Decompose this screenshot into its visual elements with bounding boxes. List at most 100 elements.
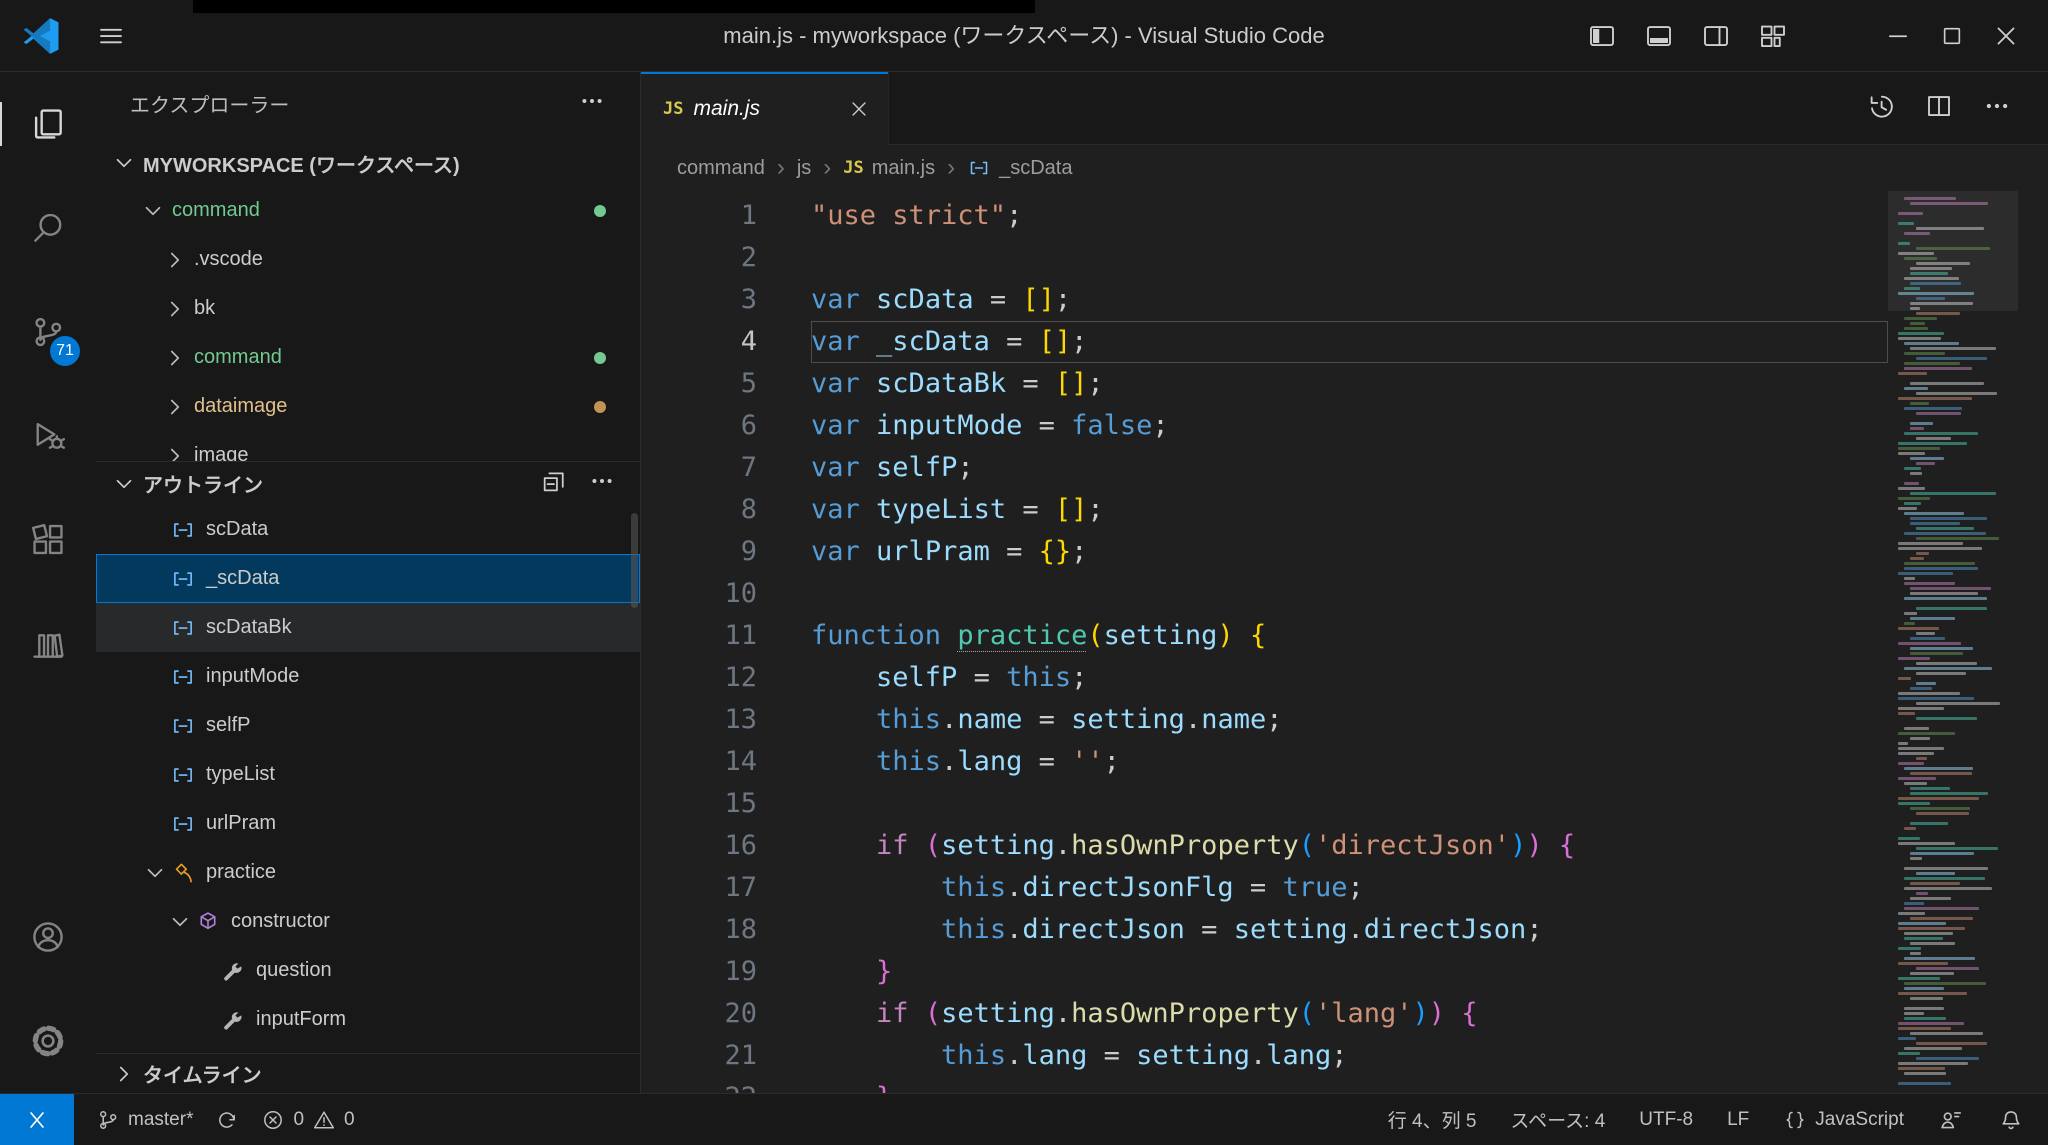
problems-status[interactable]: 0 0 bbox=[261, 1108, 354, 1132]
chevron-right-icon bbox=[111, 1061, 137, 1087]
customize-layout-icon[interactable] bbox=[1758, 21, 1788, 51]
extensions-activity-button[interactable] bbox=[0, 488, 96, 592]
breadcrumb-item[interactable]: command bbox=[677, 157, 765, 180]
code-line[interactable]: 21 this.lang = setting.lang; bbox=[641, 1035, 1888, 1077]
code-text: var typeList = []; bbox=[811, 489, 1888, 531]
code-line[interactable]: 4var _scData = []; bbox=[641, 321, 1888, 363]
language-mode-status[interactable]: JavaScript bbox=[1783, 1108, 1904, 1132]
code-line[interactable]: 6var inputMode = false; bbox=[641, 405, 1888, 447]
code-line[interactable]: 15 bbox=[641, 783, 1888, 825]
outline-item-label: urlPram bbox=[206, 812, 276, 835]
sidebar-scrollbar[interactable] bbox=[631, 513, 638, 608]
code-line[interactable]: 8var typeList = []; bbox=[641, 489, 1888, 531]
outline-item[interactable]: constructor bbox=[96, 897, 640, 946]
code-line[interactable]: 16 if (setting.hasOwnProperty('directJso… bbox=[641, 825, 1888, 867]
code-line[interactable]: 22 } bbox=[641, 1077, 1888, 1093]
account-button[interactable] bbox=[0, 885, 96, 989]
code-line[interactable]: 17 this.directJsonFlg = true; bbox=[641, 867, 1888, 909]
file-tree-item[interactable]: command bbox=[96, 333, 640, 382]
explorer-more-actions-icon[interactable] bbox=[578, 87, 606, 120]
file-tree-item[interactable]: .vscode bbox=[96, 235, 640, 284]
split-editor-icon[interactable] bbox=[1924, 91, 1954, 126]
line-number: 4 bbox=[641, 321, 811, 363]
outline-item[interactable]: question bbox=[96, 946, 640, 995]
eol-status[interactable]: LF bbox=[1727, 1109, 1749, 1131]
maximize-icon[interactable] bbox=[1939, 23, 1965, 49]
sync-status[interactable] bbox=[215, 1108, 239, 1132]
collapse-all-icon[interactable] bbox=[540, 467, 568, 501]
outline-item[interactable]: urlPram bbox=[96, 799, 640, 848]
breadcrumb-item[interactable]: JSmain.js bbox=[843, 157, 935, 180]
toggle-secondary-sidebar-icon[interactable] bbox=[1701, 21, 1731, 51]
toggle-sidebar-icon[interactable] bbox=[1587, 21, 1617, 51]
file-tree-item[interactable]: dataimage bbox=[96, 382, 640, 431]
code-line[interactable]: 3var scData = []; bbox=[641, 279, 1888, 321]
code-pane[interactable]: 1"use strict";23var scData = [];4var _sc… bbox=[641, 191, 1888, 1093]
code-line[interactable]: 11function practice(setting) { bbox=[641, 615, 1888, 657]
cursor-position-status[interactable]: 行 4、列 5 bbox=[1388, 1106, 1477, 1133]
outline-item-label: _scData bbox=[206, 567, 279, 590]
code-text: var urlPram = {}; bbox=[811, 531, 1888, 573]
minimize-icon[interactable] bbox=[1884, 22, 1912, 50]
outline-item[interactable]: inputMode bbox=[96, 652, 640, 701]
explorer-activity-button[interactable] bbox=[0, 72, 96, 176]
outline-item[interactable]: inputForm bbox=[96, 995, 640, 1044]
outline-item[interactable]: selfP bbox=[96, 701, 640, 750]
code-text: } bbox=[811, 951, 1888, 993]
code-line[interactable]: 9var urlPram = {}; bbox=[641, 531, 1888, 573]
workspace-root-item[interactable]: MYWORKSPACE (ワークスペース) bbox=[96, 140, 640, 186]
code-line[interactable]: 19 } bbox=[641, 951, 1888, 993]
outline-item[interactable]: scData bbox=[96, 505, 640, 554]
chevron-right-icon bbox=[162, 443, 188, 462]
vscode-window: main.js - myworkspace (ワークスペース) - Visual… bbox=[0, 0, 2048, 1145]
file-tree-item[interactable]: command bbox=[96, 186, 640, 235]
editor-more-actions-icon[interactable] bbox=[1982, 91, 2012, 126]
file-tree-item[interactable]: image bbox=[96, 431, 640, 461]
remote-indicator[interactable] bbox=[0, 1094, 74, 1145]
timeline-section-header[interactable]: タイムライン bbox=[96, 1053, 640, 1093]
code-line[interactable]: 14 this.lang = ''; bbox=[641, 741, 1888, 783]
code-line[interactable]: 5var scDataBk = []; bbox=[641, 363, 1888, 405]
run-debug-activity-button[interactable] bbox=[0, 384, 96, 488]
symbol-variable-icon bbox=[170, 517, 196, 543]
remote-icon bbox=[24, 1107, 50, 1133]
editor-scrollbar[interactable] bbox=[2018, 191, 2048, 1093]
toggle-panel-icon[interactable] bbox=[1644, 21, 1674, 51]
indentation-status[interactable]: スペース: 4 bbox=[1510, 1106, 1605, 1133]
file-tree-item[interactable]: bk bbox=[96, 284, 640, 333]
code-line[interactable]: 20 if (setting.hasOwnProperty('lang')) { bbox=[641, 993, 1888, 1035]
search-activity-button[interactable] bbox=[0, 176, 96, 280]
code-line[interactable]: 18 this.directJson = setting.directJson; bbox=[641, 909, 1888, 951]
outline-item[interactable]: typeList bbox=[96, 750, 640, 799]
code-line[interactable]: 1"use strict"; bbox=[641, 195, 1888, 237]
minimap[interactable] bbox=[1888, 191, 2018, 1093]
branch-status[interactable]: master* bbox=[96, 1108, 193, 1132]
breadcrumb-item[interactable]: js bbox=[797, 157, 811, 180]
timeline-history-icon[interactable] bbox=[1866, 91, 1896, 126]
code-line[interactable]: 2 bbox=[641, 237, 1888, 279]
tab-close-icon[interactable] bbox=[848, 98, 870, 120]
feedback-status[interactable] bbox=[1938, 1107, 1964, 1133]
warning-icon bbox=[312, 1108, 336, 1132]
outline-more-actions-icon[interactable] bbox=[588, 467, 616, 501]
code-line[interactable]: 13 this.name = setting.name; bbox=[641, 699, 1888, 741]
notifications-status[interactable] bbox=[1998, 1107, 2024, 1133]
breadcrumb-label: command bbox=[677, 157, 765, 180]
settings-button[interactable] bbox=[0, 989, 96, 1093]
outline-item[interactable]: _scData bbox=[96, 554, 640, 603]
source-control-activity-button[interactable]: 71 bbox=[0, 280, 96, 384]
code-line[interactable]: 10 bbox=[641, 573, 1888, 615]
outline-section-header[interactable]: アウトライン bbox=[96, 461, 640, 505]
encoding-status[interactable]: UTF-8 bbox=[1639, 1109, 1693, 1131]
code-line[interactable]: 12 selfP = this; bbox=[641, 657, 1888, 699]
outline-item[interactable]: practice bbox=[96, 848, 640, 897]
menu-icon[interactable] bbox=[96, 21, 126, 51]
line-number: 13 bbox=[641, 699, 811, 741]
tab-main-js[interactable]: JS main.js bbox=[641, 72, 889, 145]
outline-item[interactable]: scDataBk bbox=[96, 603, 640, 652]
library-view-activity-button[interactable] bbox=[0, 592, 96, 696]
breadcrumb-item[interactable]: _scData bbox=[967, 156, 1072, 180]
code-line[interactable]: 7var selfP; bbox=[641, 447, 1888, 489]
close-icon[interactable] bbox=[1992, 22, 2020, 50]
chevron-down-icon bbox=[111, 150, 137, 176]
